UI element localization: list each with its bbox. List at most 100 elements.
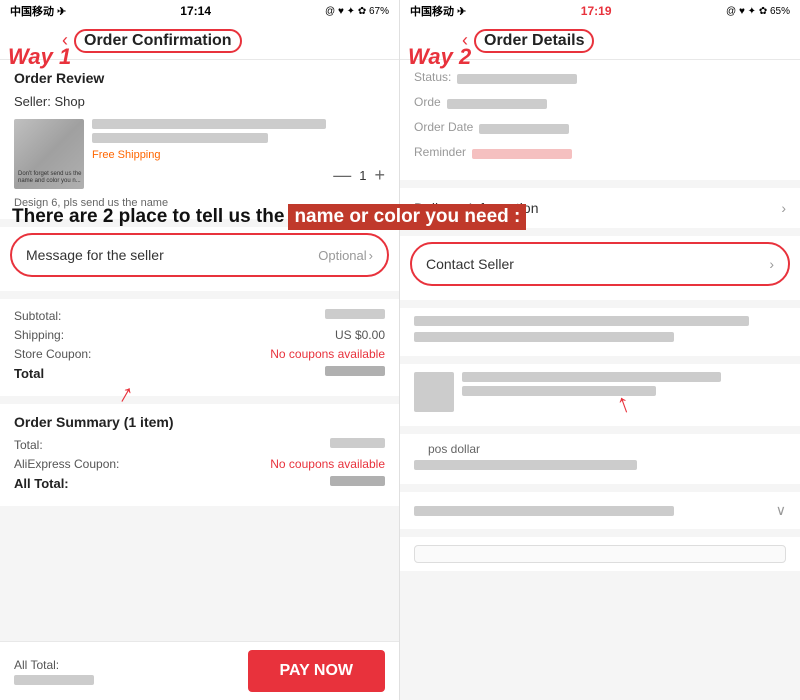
no-coupons[interactable]: No coupons available [270,347,385,361]
right-status-bar: 中国移动 ✈ 17:19 @ ♥ ✦ ✿ 65% [400,0,800,22]
bottom-total-area: All Total: [14,658,94,685]
blur-line-3 [462,372,721,382]
total-label: Total [14,366,44,381]
order-field: Orde [414,95,786,112]
qty-plus-btn[interactable]: + [374,165,385,186]
product-name-blur2 [92,133,268,143]
subtotal-row: Subtotal: [14,309,385,323]
status-section: Status: Orde Order Date [400,60,800,180]
way1-label: Way 1 [8,44,71,70]
status-value [457,74,577,84]
overlay-banner: There are 2 place to tell us the name or… [0,196,800,238]
contact-seller-wrap: Contact Seller › [400,236,800,300]
left-nav-title: Order Confirmation [74,29,387,53]
left-icons: @ ♥ ✦ ✿ 67% [325,6,389,17]
qty-minus-btn[interactable]: — [333,165,351,186]
blur-line-5 [414,460,637,470]
total2-value [330,438,385,448]
contact-seller-label: Contact Seller [426,256,514,272]
order-value [447,99,547,109]
ali-coupon-label: AliExpress Coupon: [14,457,119,471]
product-row: Don't forget send us the name and color … [14,119,385,189]
no-coupons2[interactable]: No coupons available [270,457,385,471]
order-date-field: Order Date [414,120,786,137]
ali-coupon-row: AliExpress Coupon: No coupons available [14,457,385,471]
order-date-label: Order Date [414,120,473,134]
right-panel: 中国移动 ✈ 17:19 @ ♥ ✦ ✿ 65% Way 2 ‹ Order D… [400,0,800,700]
contact-seller-row[interactable]: Contact Seller › [410,242,790,286]
right-nav-bar: Way 2 ‹ Order Details [400,22,800,60]
left-content: Order Review Seller: Shop Don't forget s… [0,60,399,641]
shipping-label: Shipping: [14,328,64,342]
message-seller-row[interactable]: Message for the seller Optional › [10,233,389,277]
left-panel: 中国移动 ✈ 17:14 @ ♥ ✦ ✿ 67% Way 1 ‹ Order C… [0,0,400,700]
pos-dollar-label: pos dollar [414,438,786,460]
status-field: Status: [414,70,786,87]
left-time: 17:14 [180,4,211,18]
message-seller-label: Message for the seller [26,247,164,263]
message-optional: Optional › [318,248,373,263]
dropdown-value [414,506,674,516]
overlay-text-black: There are 2 place to tell us the [12,206,284,228]
product-image-text: Don't forget send us the name and color … [16,169,84,187]
order-date-row: Order Date [414,120,786,137]
order-summary-title: Order Summary (1 item) [14,414,385,430]
total-row: Total [14,366,385,381]
order-review-title: Order Review [14,70,385,86]
store-coupon-label: Store Coupon: [14,347,91,361]
total2-row: Total: [14,438,385,452]
status-label: Status: [414,70,451,84]
left-bottom-bar: All Total: PAY NOW [0,641,399,700]
pay-now-button[interactable]: PAY NOW [248,650,386,692]
total-value [325,366,385,376]
reminder-value [472,149,572,159]
right-time: 17:19 [581,4,612,18]
message-chevron: › [369,248,373,263]
detail-blurs-2 [400,364,800,426]
way2-label: Way 2 [408,44,471,70]
all-total-label: All Total: [14,476,69,491]
left-carrier: 中国移动 ✈ [10,3,66,19]
pos-dollar-section: pos dollar [400,434,800,484]
right-content: Status: Orde Order Date [400,60,800,700]
left-status-bar: 中国移动 ✈ 17:14 @ ♥ ✦ ✿ 67% [0,0,399,22]
reminder-row: Reminder [414,145,786,162]
shipping-row: Shipping: US $0.00 [14,328,385,342]
store-coupon-row: Store Coupon: No coupons available [14,347,385,361]
blur-line-2 [414,332,674,342]
qty-row: — 1 + [92,165,385,186]
left-nav-bar: Way 1 ‹ Order Confirmation [0,22,399,60]
input-box[interactable] [414,545,786,563]
all-total2-label: All Total: [14,658,94,672]
price-section: Subtotal: Shipping: US $0.00 Store Coupo… [0,299,399,396]
input-row [400,537,800,571]
right-nav-title: Order Details [474,29,788,53]
seller-row: Seller: Shop [14,94,385,109]
status-row-inner: Status: [414,70,786,87]
dropdown-row[interactable]: ∨ [400,492,800,529]
right-carrier: 中国移动 ✈ [410,3,466,19]
right-icons: @ ♥ ✦ ✿ 65% [726,6,790,17]
order-row-inner: Orde [414,95,786,112]
blur-square [414,372,454,412]
product-info: Free Shipping — 1 + [92,119,385,186]
total2-label: Total: [14,438,43,452]
contact-seller-chevron: › [769,256,774,272]
order-label: Orde [414,95,441,109]
bottom-total-blur [14,675,94,685]
reminder-label: Reminder [414,145,466,159]
product-name-blur1 [92,119,326,129]
subtotal-label: Subtotal: [14,309,61,323]
qty-value: 1 [359,168,366,183]
reminder-field: Reminder [414,145,786,162]
overlay-text-red: name or color you need : [288,204,526,230]
blur-line-1 [414,316,749,326]
order-summary-section: Order Summary (1 item) Total: AliExpress… [0,404,399,506]
dropdown-chevron: ∨ [776,502,786,519]
all-total-value [330,476,385,486]
product-image: Don't forget send us the name and color … [14,119,84,189]
free-shipping-label: Free Shipping [92,149,385,161]
order-date-value [479,124,569,134]
main-container: 中国移动 ✈ 17:14 @ ♥ ✦ ✿ 67% Way 1 ‹ Order C… [0,0,800,700]
detail-blurs-1 [400,308,800,356]
